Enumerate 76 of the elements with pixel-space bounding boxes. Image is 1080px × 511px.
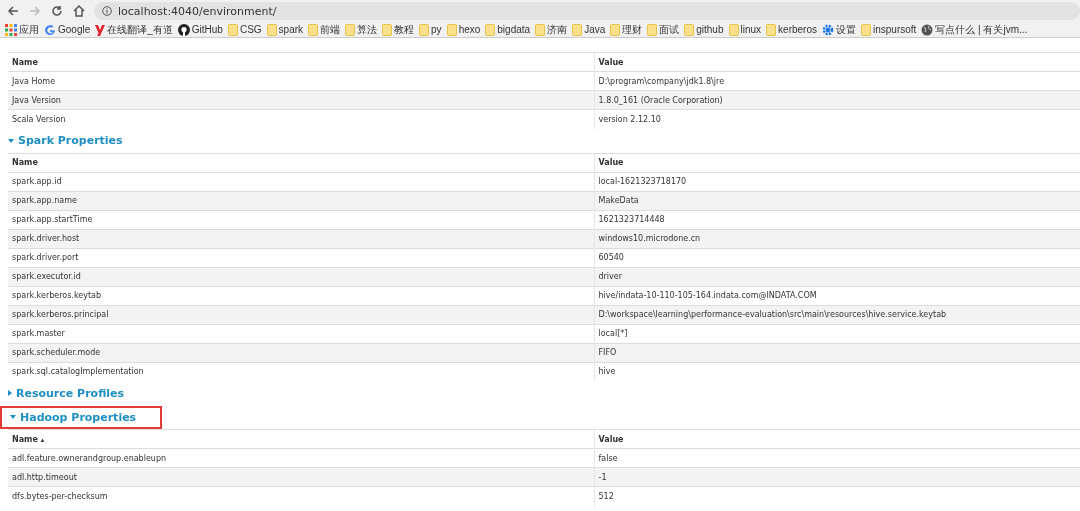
bookmark[interactable]: spark <box>266 23 304 36</box>
bookmark[interactable]: Google <box>44 23 91 36</box>
table-cell: hive <box>594 362 1080 381</box>
table-cell: driver <box>594 267 1080 286</box>
bookmark[interactable]: 算法 <box>345 22 378 37</box>
address-bar[interactable]: localhost:4040/environment/ <box>94 2 1080 20</box>
table-cell: adl.http.timeout <box>8 467 594 487</box>
bookmark[interactable]: 面试 <box>647 22 680 37</box>
y-logo-icon <box>95 23 106 36</box>
bookmark[interactable]: 前端 <box>308 22 341 37</box>
folder-icon <box>572 23 583 36</box>
section-title[interactable]: Spark Properties <box>18 134 123 147</box>
folder-icon <box>861 23 871 36</box>
bookmark[interactable]: hexo <box>446 23 481 36</box>
table-cell: 1.8.0_161 (Oracle Corporation) <box>594 90 1080 110</box>
reload-icon[interactable] <box>50 4 64 18</box>
bookmark[interactable]: 在线翻译_有道 <box>95 22 173 37</box>
folder-icon <box>647 23 658 36</box>
folder-icon <box>345 23 356 36</box>
bookmark[interactable]: 写点什么 | 有关jvm... <box>921 22 1028 37</box>
column-header[interactable]: Name <box>8 52 594 72</box>
folder-icon <box>382 23 393 36</box>
table-cell: spark.kerberos.principal <box>8 305 594 324</box>
bookmark[interactable]: linux <box>728 23 762 36</box>
table-cell: -1 <box>594 467 1080 487</box>
table-cell: MakeData <box>594 191 1080 210</box>
column-header[interactable]: Value <box>594 52 1080 72</box>
folder-icon <box>485 23 496 36</box>
bookmark[interactable]: 理财 <box>610 22 643 37</box>
column-header[interactable]: Value <box>594 429 1080 449</box>
table-cell: version 2.12.10 <box>594 109 1080 129</box>
table-cell: windows10.microdone.cn <box>594 229 1080 248</box>
folder-icon <box>419 23 430 36</box>
bookmark[interactable]: Java <box>572 23 606 36</box>
apps-grid-icon <box>5 23 17 36</box>
folder-icon <box>308 23 319 36</box>
bookmark[interactable]: CSG <box>227 23 262 36</box>
table-cell: Scala Version <box>8 109 594 129</box>
column-header[interactable]: Name <box>8 153 594 172</box>
section-title[interactable]: Resource Profiles <box>16 386 125 400</box>
table-cell: spark.executor.id <box>8 267 594 286</box>
gear-icon <box>822 23 834 36</box>
info-icon <box>102 6 112 16</box>
folder-icon <box>728 23 739 36</box>
back-arrow-icon[interactable] <box>6 4 20 18</box>
bookmark[interactable]: inspursoft <box>861 23 917 36</box>
column-header[interactable]: Value <box>594 153 1080 172</box>
folder-icon <box>766 23 777 36</box>
table-cell: D:\workspace\learning\performance-evaluation\src\main\resources\hive.service.keytab <box>594 305 1080 324</box>
folder-icon <box>535 23 546 36</box>
google-g-icon <box>44 23 56 36</box>
bookmark[interactable]: 设置 <box>822 22 856 37</box>
table-cell: FIFO <box>594 343 1080 362</box>
bookmark[interactable]: 济南 <box>535 22 568 37</box>
table-cell: spark.sql.catalogImplementation <box>8 362 594 381</box>
table-cell: spark.scheduler.mode <box>8 343 594 362</box>
bookmark[interactable]: kerberos <box>766 23 817 36</box>
bookmark[interactable]: 应用 <box>5 22 39 37</box>
bookmark[interactable]: bigdata <box>485 23 531 36</box>
folder-icon <box>227 23 238 36</box>
folder-icon <box>610 23 621 36</box>
globe-icon <box>921 23 934 36</box>
bookmark[interactable]: py <box>419 23 442 36</box>
bookmark[interactable]: GitHub <box>177 23 223 36</box>
folder-icon <box>684 23 695 36</box>
table-cell: spark.driver.host <box>8 229 594 248</box>
table-cell: dfs.bytes-per-checksum <box>8 486 594 506</box>
section-title[interactable]: Hadoop Properties <box>20 410 137 424</box>
folder-icon <box>446 23 457 36</box>
bookmark[interactable]: github <box>684 23 724 36</box>
table-cell: 512 <box>594 486 1080 506</box>
folder-icon <box>266 23 277 36</box>
bookmark[interactable]: 教程 <box>382 22 415 37</box>
table-cell: Java Version <box>8 90 594 110</box>
home-icon[interactable] <box>72 4 86 18</box>
table-cell: spark.app.name <box>8 191 594 210</box>
